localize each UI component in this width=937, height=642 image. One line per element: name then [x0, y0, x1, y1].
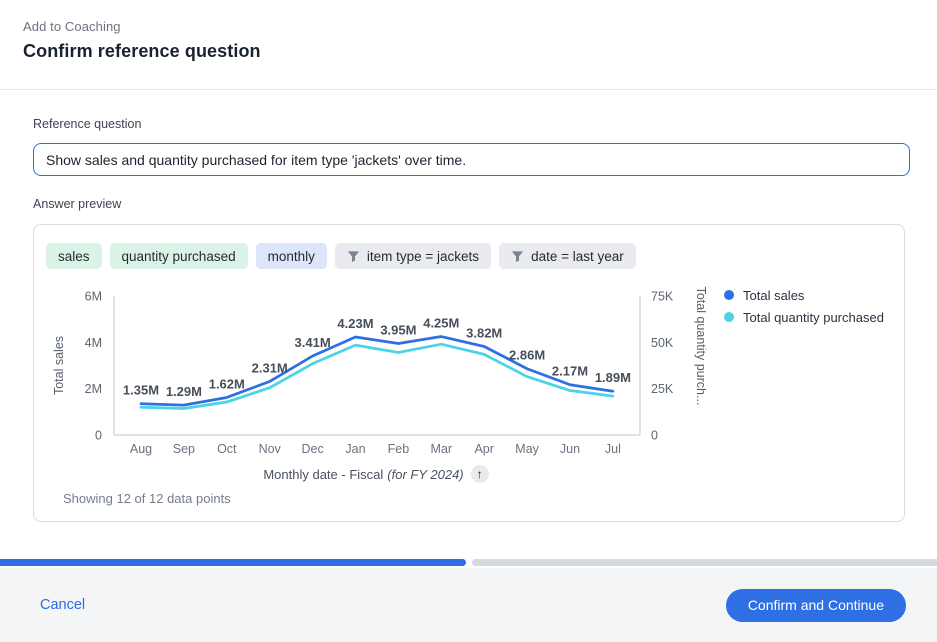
token-label: quantity purchased — [122, 249, 236, 264]
dialog-footer: Cancel Confirm and Continue — [0, 568, 937, 642]
answer-preview-panel: sales quantity purchased monthly item ty… — [33, 224, 905, 522]
svg-text:Total quantity purch...: Total quantity purch... — [694, 287, 706, 406]
legend-label: Total quantity purchased — [743, 310, 884, 325]
svg-text:1.62M: 1.62M — [209, 376, 245, 391]
chart-plot-area: 6M 4M 2M 0 75K 50K 25K 0 Aug Sep Oct Nov Dec Jan Feb Ma… — [46, 282, 706, 460]
svg-text:2.86M: 2.86M — [509, 348, 545, 363]
dialog-header: Add to Coaching Confirm reference questi… — [0, 0, 937, 62]
token-monthly[interactable]: monthly — [256, 243, 327, 269]
token-quantity-purchased[interactable]: quantity purchased — [110, 243, 248, 269]
token-filter-item-type[interactable]: item type = jackets — [335, 243, 491, 269]
svg-text:Sep: Sep — [173, 442, 195, 456]
svg-text:3.95M: 3.95M — [380, 322, 416, 337]
filter-funnel-icon — [347, 250, 360, 263]
chart-legend: Total sales Total quantity purchased — [724, 284, 884, 328]
legend-item-total-quantity[interactable]: Total quantity purchased — [724, 306, 884, 328]
svg-text:Apr: Apr — [474, 442, 493, 456]
svg-text:Aug: Aug — [130, 442, 152, 456]
svg-text:0: 0 — [651, 429, 658, 443]
cancel-button[interactable]: Cancel — [40, 597, 85, 613]
svg-text:3.82M: 3.82M — [466, 326, 502, 341]
page-title: Confirm reference question — [23, 41, 913, 62]
svg-text:25K: 25K — [651, 382, 674, 396]
token-filter-date[interactable]: date = last year — [499, 243, 636, 269]
token-label: monthly — [268, 249, 315, 264]
svg-text:4.25M: 4.25M — [423, 316, 459, 331]
dual-axis-line-chart: 6M 4M 2M 0 75K 50K 25K 0 Aug Sep Oct Nov Dec Jan Feb Ma… — [46, 282, 892, 460]
x-axis-title: Monthly date - Fiscal — [263, 467, 383, 482]
svg-text:75K: 75K — [651, 290, 674, 304]
svg-text:Jul: Jul — [605, 442, 621, 456]
svg-text:0: 0 — [95, 429, 102, 443]
arrow-up-icon: ↑ — [477, 468, 483, 480]
breadcrumb: Add to Coaching — [23, 19, 913, 34]
svg-text:Mar: Mar — [431, 442, 453, 456]
svg-text:1.29M: 1.29M — [166, 384, 202, 399]
reference-question-input[interactable] — [33, 143, 910, 176]
svg-text:4M: 4M — [85, 336, 102, 350]
x-axis-title-note: (for FY 2024) — [387, 467, 463, 482]
answer-preview-label: Answer preview — [33, 197, 910, 211]
dialog-body: Reference question Answer preview sales … — [33, 90, 910, 522]
svg-text:Feb: Feb — [388, 442, 410, 456]
reference-question-label: Reference question — [33, 117, 910, 131]
confirm-and-continue-button[interactable]: Confirm and Continue — [726, 589, 906, 622]
token-label: sales — [58, 249, 90, 264]
svg-text:Nov: Nov — [259, 442, 282, 456]
filter-funnel-icon — [511, 250, 524, 263]
token-label: item type = jackets — [367, 249, 479, 264]
progress-fill — [0, 559, 466, 566]
svg-text:Dec: Dec — [301, 442, 323, 456]
svg-text:4.23M: 4.23M — [337, 316, 373, 331]
svg-text:Oct: Oct — [217, 442, 237, 456]
svg-text:2.31M: 2.31M — [252, 360, 288, 375]
confirm-reference-dialog: Add to Coaching Confirm reference questi… — [0, 0, 937, 642]
legend-label: Total sales — [743, 288, 804, 303]
progress-track — [472, 559, 937, 566]
svg-text:Jan: Jan — [345, 442, 365, 456]
svg-text:50K: 50K — [651, 336, 674, 350]
query-token-bar: sales quantity purchased monthly item ty… — [46, 243, 892, 269]
svg-text:May: May — [515, 442, 539, 456]
x-axis-title-row: Monthly date - Fiscal (for FY 2024) ↑ — [46, 464, 706, 484]
data-points-count: Showing 12 of 12 data points — [46, 491, 892, 506]
wizard-progress-bar — [0, 559, 937, 566]
svg-text:Jun: Jun — [560, 442, 580, 456]
token-label: date = last year — [531, 249, 624, 264]
legend-dot-icon — [724, 312, 734, 322]
legend-dot-icon — [724, 290, 734, 300]
svg-text:2M: 2M — [85, 382, 102, 396]
svg-text:3.41M: 3.41M — [295, 335, 331, 350]
sort-ascending-button[interactable]: ↑ — [471, 465, 489, 483]
svg-text:2.17M: 2.17M — [552, 364, 588, 379]
token-sales[interactable]: sales — [46, 243, 102, 269]
legend-item-total-sales[interactable]: Total sales — [724, 284, 884, 306]
svg-text:Total sales: Total sales — [52, 336, 66, 395]
svg-text:1.35M: 1.35M — [123, 383, 159, 398]
svg-text:1.89M: 1.89M — [595, 370, 631, 385]
svg-text:6M: 6M — [85, 290, 102, 304]
